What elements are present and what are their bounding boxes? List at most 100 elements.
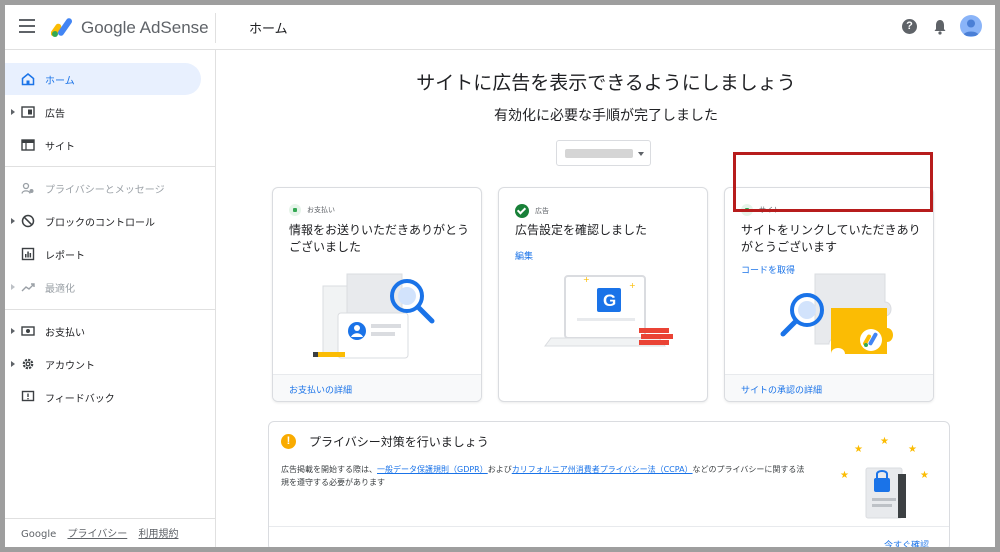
help-icon[interactable]: ?: [902, 19, 917, 34]
sidebar-item-label: アカウント: [45, 361, 95, 372]
payment-info-illustration: [313, 273, 435, 359]
svg-text:G: G: [603, 291, 616, 310]
expand-arrow-icon: [11, 218, 15, 224]
trending-up-icon: [21, 283, 35, 292]
svg-text:★: ★: [880, 436, 889, 447]
home-icon: [21, 73, 35, 86]
sidebar-footer: Google プライバシー 利用規約: [21, 525, 186, 540]
divider: [269, 526, 949, 527]
ad-unit-icon: [21, 106, 35, 118]
dropdown-caret-icon: [638, 152, 644, 156]
brand-name: Google AdSense: [81, 18, 209, 37]
avatar-person-icon: [963, 19, 979, 36]
site-approval-details-link[interactable]: サイトの承認の詳細: [741, 383, 822, 396]
sidebar-item-home[interactable]: ホーム: [5, 63, 201, 95]
expand-arrow-icon: [11, 284, 15, 290]
page-title: ホーム: [249, 22, 288, 37]
sidebar-item-optimization[interactable]: 最適化: [5, 271, 201, 303]
privacy-link[interactable]: プライバシー: [67, 529, 127, 540]
site-link-illustration: [780, 273, 893, 354]
sidebar-item-ads[interactable]: 広告: [5, 96, 201, 128]
payment-details-link[interactable]: お支払いの詳細: [289, 383, 352, 396]
expand-arrow-icon: [11, 109, 15, 115]
page-headline: サイトに広告を表示できるようにしましょう: [416, 72, 796, 94]
divider: [5, 166, 216, 167]
sidebar-item-blocking-controls[interactable]: ブロックのコントロール: [5, 205, 201, 237]
sidebar-item-feedback[interactable]: フィードバック: [5, 381, 201, 413]
site-select-dropdown[interactable]: [556, 140, 651, 166]
sidebar-item-privacy-messages[interactable]: プライバシーとメッセージ: [5, 172, 201, 204]
svg-text:+: +: [583, 275, 590, 284]
card-title: サイトをリンクしていただきありがとうございます: [741, 223, 921, 254]
sidebar-item-label: お支払い: [45, 328, 85, 339]
divider: [5, 309, 216, 310]
svg-text:★: ★: [854, 444, 863, 455]
expand-arrow-icon: [11, 328, 15, 334]
top-app-bar: Google AdSense ホーム ?: [5, 5, 995, 50]
privacy-text: および: [487, 465, 512, 474]
sidebar-item-payments[interactable]: お支払い: [5, 315, 201, 347]
sidebar-item-label: レポート: [45, 251, 85, 262]
gdpr-link[interactable]: 一般データ保護規則（GDPR）: [377, 465, 488, 474]
sidebar-item-label: ブロックのコントロール: [45, 218, 155, 229]
terms-link[interactable]: 利用規約: [138, 529, 178, 540]
status-dot-icon: [741, 204, 753, 216]
sidebar-item-label: 広告: [45, 109, 65, 120]
notification-bell-icon[interactable]: [932, 18, 948, 36]
review-now-link[interactable]: 今すぐ確認: [884, 538, 929, 547]
gear-icon: [22, 358, 34, 370]
card-footer: お支払いの詳細: [273, 374, 481, 401]
card-footer: サイトの承認の詳細: [725, 374, 933, 401]
svg-text:★: ★: [920, 470, 929, 481]
card-tag: サイト: [741, 204, 780, 216]
privacy-text: 広告掲載を開始する際は、: [281, 465, 377, 474]
card-tag-label: サイト: [759, 206, 780, 214]
google-label: Google: [21, 529, 57, 540]
page-subheading: 有効化に必要な手順が完了しました: [494, 108, 718, 124]
sidebar-item-label: サイト: [45, 142, 75, 153]
card-title: 広告設定を確認しました: [515, 223, 648, 237]
people-icon: [21, 182, 34, 194]
sidebar-item-sites[interactable]: サイト: [5, 129, 201, 161]
main-content: サイトに広告を表示できるようにしましょう 有効化に必要な手順が完了しました お支…: [217, 50, 995, 547]
feedback-icon: [21, 390, 35, 402]
privacy-title: プライバシー対策を行いましょう: [309, 435, 489, 449]
sidebar-item-label: ホーム: [45, 76, 75, 87]
ccpa-link[interactable]: カリフォルニア州消費者プライバシー法（CCPA）: [512, 465, 693, 474]
divider: [215, 13, 216, 43]
svg-text:★: ★: [908, 444, 917, 455]
adsense-logo-icon: [51, 18, 73, 37]
payments-card: お支払い 情報をお送りいただきありがとうございました お支払いの詳細: [272, 187, 482, 402]
card-tag-label: 広告: [535, 207, 549, 215]
privacy-lock-illustration: ★ ★ ★ ★ ★: [840, 436, 929, 519]
site-icon: [21, 139, 35, 151]
payment-icon: [21, 326, 35, 336]
edit-link[interactable]: 編集: [515, 249, 533, 262]
redacted-site-name: [565, 149, 633, 158]
expand-arrow-icon: [11, 361, 15, 367]
card-tag-label: お支払い: [307, 206, 335, 214]
svg-text:+: +: [629, 281, 636, 290]
status-dot-icon: [289, 204, 301, 216]
sidebar-item-reports[interactable]: レポート: [5, 238, 201, 270]
block-icon: [21, 214, 35, 228]
app-window: Google AdSense ホーム ? ホーム 広告 サイト プライバシーとメ…: [5, 5, 995, 547]
ad-settings-illustration: G + +: [544, 275, 673, 347]
svg-text:★: ★: [840, 470, 849, 481]
privacy-card: ! プライバシー対策を行いましょう 広告掲載を開始する際は、一般データ保護規則（…: [268, 421, 950, 547]
privacy-description: 広告掲載を開始する際は、一般データ保護規則（GDPR）およびカリフォルニア州消費…: [281, 463, 811, 489]
sidebar-item-label: プライバシーとメッセージ: [45, 185, 165, 196]
sites-card: サイト サイトをリンクしていただきありがとうございます コードを取得 サイトの承…: [724, 187, 934, 402]
check-circle-icon: [515, 204, 529, 218]
menu-icon[interactable]: [19, 19, 35, 33]
sidebar-item-label: 最適化: [45, 284, 75, 295]
card-title: 情報をお送りいただきありがとうございました: [289, 223, 470, 254]
sidebar-nav: ホーム 広告 サイト プライバシーとメッセージ ブロックのコントロール レポート: [5, 50, 216, 547]
warning-icon: !: [281, 434, 296, 449]
sidebar-item-account[interactable]: アカウント: [5, 348, 201, 380]
ads-card: 広告 広告設定を確認しました 編集 G + +: [498, 187, 708, 402]
sidebar-item-label: フィードバック: [45, 394, 115, 405]
report-icon: [21, 247, 35, 261]
account-avatar[interactable]: [960, 15, 982, 37]
divider: [5, 518, 216, 519]
